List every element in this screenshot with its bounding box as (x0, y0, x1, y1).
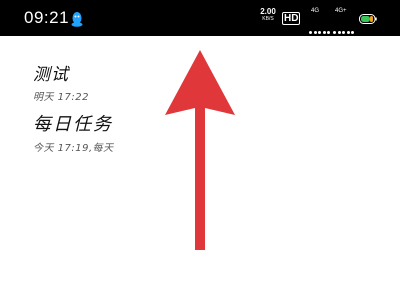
task-due: 今天 17:19,每天 (33, 143, 114, 154)
task-title: 每日任务 (33, 114, 113, 135)
sim2-network-type: 4G+ (335, 8, 347, 14)
task-title: 测试 (33, 65, 69, 85)
network-speed: 2.00 KB/S (257, 8, 279, 22)
task-item[interactable]: 测试 明天 17:22 (33, 60, 89, 103)
hd-label: HD (282, 12, 301, 25)
status-bar: 09:21 2.00 KB/S HD 4G 4G+ (0, 0, 400, 36)
sim1-network-type: 4G (311, 8, 320, 14)
battery-icon (359, 14, 377, 24)
qq-penguin-icon (71, 12, 83, 27)
network-speed-value: 2.00 (260, 7, 276, 16)
task-due: 明天 17:22 (33, 92, 89, 103)
network-speed-unit: KB/S (262, 16, 274, 22)
swipe-up-arrow-icon (165, 50, 235, 250)
status-time: 09:21 (24, 8, 70, 27)
hd-voice-indicator: HD (282, 10, 301, 25)
task-item[interactable]: 每日任务 今天 17:19,每天 (33, 110, 114, 154)
signal-icon: 4G+ (333, 8, 361, 34)
